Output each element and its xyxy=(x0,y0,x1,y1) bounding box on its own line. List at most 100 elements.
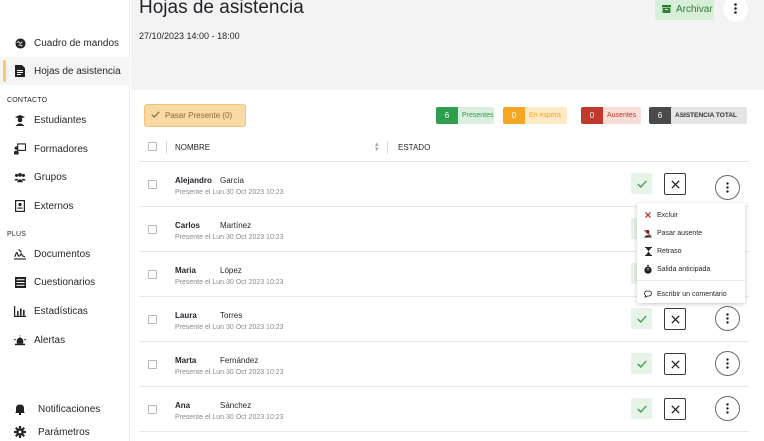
close-icon xyxy=(670,179,680,189)
attendance-timestamp: Presente el Lun 30 Oct 2023 10:23 xyxy=(175,234,284,241)
attendance-timestamp: Presente el Lun 30 Oct 2023 10:23 xyxy=(175,324,284,331)
sidebar-item-dashboard[interactable]: Cuadro de mandos xyxy=(0,29,130,57)
row-more-button[interactable] xyxy=(715,175,740,200)
sidebar-item-students[interactable]: Estudiantes xyxy=(0,106,130,134)
mark-present-row-button[interactable] xyxy=(631,398,652,419)
sidebar-item-label: Hojas de asistencia xyxy=(34,65,121,77)
row-checkbox[interactable] xyxy=(148,180,157,189)
badge-count: 6 xyxy=(436,107,458,124)
badge-label: Presentes xyxy=(458,107,494,124)
sidebar-item-label: Alertas xyxy=(34,334,66,346)
sidebar-item-settings[interactable]: Parámetros xyxy=(0,418,130,441)
more-vertical-icon xyxy=(726,182,729,193)
badge-label: Ausentes xyxy=(603,107,641,124)
sidebar-item-label: Documentos xyxy=(34,248,91,260)
mark-present-row-button[interactable] xyxy=(631,308,652,329)
menu-item-delay[interactable]: Retraso xyxy=(637,243,745,259)
menu-item-label: Retraso xyxy=(657,247,682,255)
row-more-button[interactable] xyxy=(715,351,740,376)
student-last-name: Fernández xyxy=(220,356,259,365)
mark-absent-row-button[interactable] xyxy=(664,398,686,420)
sidebar-item-statistics[interactable]: Estadísticas xyxy=(0,297,130,325)
student-last-name: López xyxy=(220,266,242,275)
header-more-button[interactable] xyxy=(723,0,748,22)
table-row: Laura Torres Presente el Lun 30 Oct 2023 1… xyxy=(139,297,749,342)
bell-icon xyxy=(14,403,26,415)
mark-absent-row-button[interactable] xyxy=(664,173,686,195)
check-icon xyxy=(636,315,647,323)
row-checkbox[interactable] xyxy=(148,225,157,234)
sidebar-item-label: Cuestionarios xyxy=(34,276,96,288)
page-header: Hojas de asistencia 27/10/2023 14:00 - 1… xyxy=(131,0,764,90)
student-first-name: Laura xyxy=(175,311,197,320)
mark-present-label: Pasar Presente (0) xyxy=(165,111,233,120)
mark-present-row-button[interactable] xyxy=(631,353,652,374)
sidebar-item-groups[interactable]: Grupos xyxy=(0,163,130,191)
sort-icon[interactable]: ▴ ▾ xyxy=(375,141,379,153)
sidebar-item-label: Estudiantes xyxy=(34,114,87,126)
page-title: Hojas de asistencia xyxy=(139,0,304,18)
hourglass-icon xyxy=(644,246,652,256)
select-all-checkbox[interactable] xyxy=(148,142,157,151)
user-absent-icon xyxy=(644,229,652,237)
more-vertical-icon xyxy=(726,313,729,324)
table-row: Marta Fernández Presente el Lun 30 Oct 202… xyxy=(139,342,749,387)
sidebar-item-attendance-sheets[interactable]: Hojas de asistencia xyxy=(0,57,130,85)
menu-item-exclude[interactable]: Excluir xyxy=(637,207,745,223)
check-icon xyxy=(636,180,647,188)
column-header-name[interactable]: NOMBRE xyxy=(175,143,210,152)
globe-icon xyxy=(14,37,26,49)
row-checkbox[interactable] xyxy=(148,360,157,369)
check-icon xyxy=(636,360,647,368)
row-checkbox[interactable] xyxy=(148,405,157,414)
menu-item-label: Excluir xyxy=(657,211,679,219)
column-header-state: ESTADO xyxy=(398,143,431,152)
row-actions-menu: Excluir Pasar ausente Retraso Salida ant… xyxy=(637,203,745,303)
sidebar-item-label: Parámetros xyxy=(38,426,90,438)
signature-icon xyxy=(14,248,26,260)
sidebar-item-trainers[interactable]: Formadores xyxy=(0,135,130,163)
archive-button[interactable]: Archivar xyxy=(655,0,714,20)
check-icon xyxy=(636,405,647,413)
mark-absent-row-button[interactable] xyxy=(664,353,686,375)
mark-present-button[interactable]: Pasar Presente (0) xyxy=(144,104,246,127)
close-icon xyxy=(644,211,652,219)
section-label-contact: CONTACTO xyxy=(7,97,48,104)
sidebar: Cuadro de mandos Hojas de asistencia CON… xyxy=(0,0,130,441)
student-first-name: Maria xyxy=(175,266,196,275)
student-first-name: Marta xyxy=(175,356,197,365)
menu-item-comment[interactable]: Escribir un comentario xyxy=(637,286,745,302)
document-icon xyxy=(14,65,26,77)
student-icon xyxy=(14,114,26,126)
gear-icon xyxy=(14,426,26,438)
sidebar-item-questionnaires[interactable]: Cuestionarios xyxy=(0,268,130,296)
row-checkbox[interactable] xyxy=(148,315,157,324)
sidebar-item-externals[interactable]: Externos xyxy=(0,192,130,220)
menu-item-mark-absent[interactable]: Pasar ausente xyxy=(637,225,745,241)
alert-icon xyxy=(14,334,26,346)
archive-box-icon xyxy=(662,5,671,13)
badge-count: 6 xyxy=(649,107,671,124)
teacher-board-icon xyxy=(14,143,26,155)
menu-item-early-exit[interactable]: Salida anticipada xyxy=(637,261,745,277)
row-checkbox[interactable] xyxy=(148,270,157,279)
student-first-name: Alejandro xyxy=(175,176,212,185)
menu-item-label: Escribir un comentario xyxy=(657,290,727,298)
more-vertical-icon xyxy=(734,1,737,19)
mark-absent-row-button[interactable] xyxy=(664,308,686,330)
sidebar-item-label: Cuadro de mandos xyxy=(34,37,120,49)
mark-present-row-button[interactable] xyxy=(631,173,652,194)
column-divider xyxy=(166,141,167,154)
student-last-name: Sánchez xyxy=(220,401,252,410)
sidebar-item-label: Formadores xyxy=(34,143,88,155)
more-vertical-icon xyxy=(726,358,729,369)
list-icon xyxy=(14,276,26,288)
badge-total: 6 ASISTENCIA TOTAL xyxy=(649,107,747,124)
table-row: Ana Sánchez Presente el Lun 30 Oct 2023 10… xyxy=(139,387,749,432)
sidebar-item-label: Grupos xyxy=(34,171,67,183)
row-more-button[interactable] xyxy=(715,306,740,331)
row-more-button[interactable] xyxy=(715,396,740,421)
close-icon xyxy=(670,359,680,369)
sidebar-item-alerts[interactable]: Alertas xyxy=(0,326,130,354)
sidebar-item-documents[interactable]: Documentos xyxy=(0,240,130,268)
